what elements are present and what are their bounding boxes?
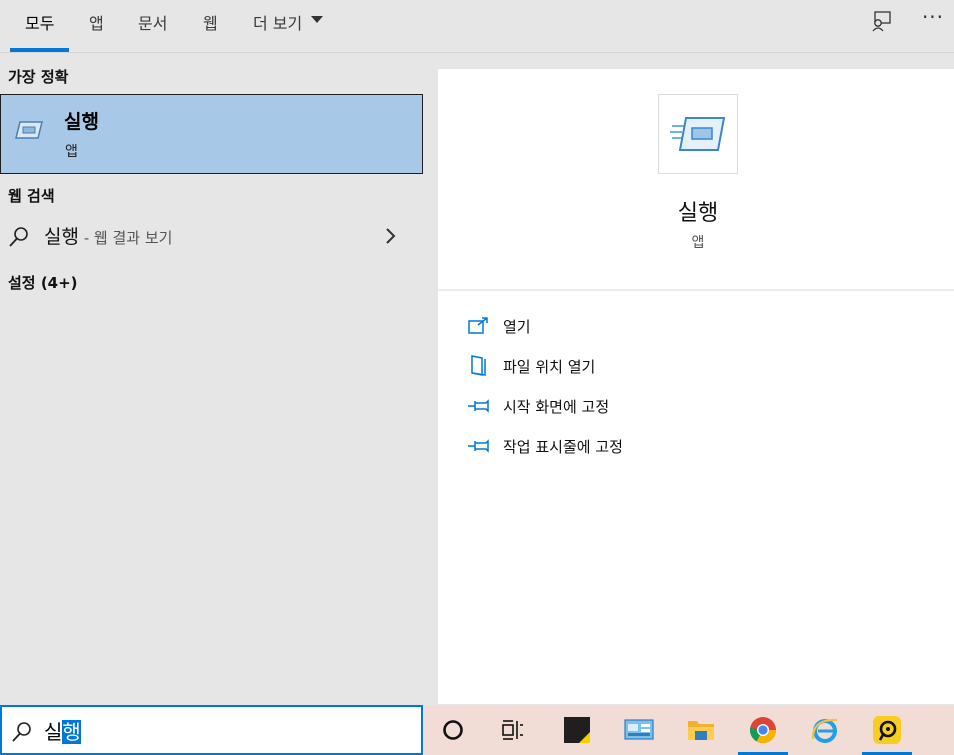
search-icon bbox=[8, 226, 30, 252]
tab-all[interactable]: 모두 bbox=[10, 10, 70, 52]
cortana-icon[interactable] bbox=[428, 705, 478, 755]
tab-documents[interactable]: 문서 bbox=[138, 10, 167, 52]
tab-more[interactable]: 더 보기 bbox=[253, 10, 324, 52]
pin-icon bbox=[466, 395, 490, 417]
web-search-heading: 웹 검색 bbox=[8, 187, 55, 205]
more-options-glyph: ··· bbox=[921, 5, 945, 29]
tab-apps[interactable]: 앱 bbox=[89, 10, 104, 52]
best-match-title: 실행 bbox=[64, 111, 99, 133]
file-location-icon bbox=[466, 355, 490, 377]
more-options-icon[interactable]: ··· bbox=[920, 4, 946, 30]
tab-more-label: 더 보기 bbox=[253, 14, 303, 33]
web-result-text: 실행 - 웹 결과 보기 bbox=[44, 222, 172, 249]
tab-apps-label: 앱 bbox=[89, 14, 104, 33]
action-pin-start[interactable]: 시작 화면에 고정 bbox=[466, 391, 926, 421]
best-match-heading: 가장 정확 bbox=[8, 68, 69, 86]
search-input[interactable]: 실행 bbox=[44, 716, 81, 745]
file-explorer-icon[interactable] bbox=[676, 705, 726, 755]
action-open-label: 열기 bbox=[503, 317, 531, 336]
control-panel-icon[interactable] bbox=[614, 705, 664, 755]
chevron-down-icon bbox=[311, 16, 324, 23]
web-result-item[interactable]: 실행 - 웹 결과 보기 bbox=[0, 214, 424, 258]
detail-type: 앱 bbox=[691, 235, 705, 251]
tab-web[interactable]: 웹 bbox=[203, 10, 218, 52]
open-icon bbox=[466, 315, 490, 337]
action-pin-taskbar-label: 작업 표시줄에 고정 bbox=[503, 437, 623, 456]
run-app-icon bbox=[14, 119, 44, 145]
search-box[interactable]: 실행 bbox=[0, 705, 423, 755]
search-window: 모두 앱 문서 웹 더 보기 ··· 가장 정확 실행 앱 웹 검색 실행 - … bbox=[0, 0, 954, 755]
search-selected-text: 행 bbox=[62, 720, 81, 744]
search-typed-text: 실 bbox=[44, 720, 63, 744]
tab-web-label: 웹 bbox=[203, 14, 218, 33]
chrome-icon[interactable] bbox=[738, 705, 788, 755]
tab-all-label: 모두 bbox=[25, 14, 55, 33]
taskbar bbox=[424, 705, 954, 755]
detail-divider bbox=[438, 289, 954, 291]
chevron-right-icon[interactable] bbox=[384, 228, 398, 248]
internet-explorer-icon[interactable] bbox=[800, 705, 850, 755]
web-result-query: 실행 bbox=[44, 226, 79, 248]
best-match-item[interactable]: 실행 앱 bbox=[0, 94, 423, 174]
settings-heading[interactable]: 설정 (4+) bbox=[8, 272, 78, 293]
tab-bar: 모두 앱 문서 웹 더 보기 ··· bbox=[0, 0, 954, 53]
action-pin-taskbar[interactable]: 작업 표시줄에 고정 bbox=[466, 431, 926, 461]
action-open-file-location[interactable]: 파일 위치 열기 bbox=[466, 351, 926, 381]
feedback-icon[interactable] bbox=[868, 8, 894, 34]
sticky-notes-icon[interactable] bbox=[552, 705, 602, 755]
pin-icon bbox=[466, 435, 490, 457]
web-result-hint: - 웹 결과 보기 bbox=[78, 229, 173, 247]
remote-support-icon[interactable] bbox=[862, 705, 912, 755]
results-panel: 가장 정확 실행 앱 웹 검색 실행 - 웹 결과 보기 설정 (4+) bbox=[0, 54, 424, 704]
action-open-file-location-label: 파일 위치 열기 bbox=[503, 357, 596, 376]
detail-panel: 실행 앱 열기 파일 위치 열기 시작 화면에 고정 작업 표시줄에 고정 bbox=[438, 69, 954, 704]
task-view-icon[interactable] bbox=[488, 705, 538, 755]
detail-title: 실행 bbox=[677, 201, 719, 226]
best-match-type: 앱 bbox=[65, 144, 78, 160]
action-pin-start-label: 시작 화면에 고정 bbox=[503, 397, 610, 416]
action-open[interactable]: 열기 bbox=[466, 311, 926, 341]
search-icon bbox=[11, 721, 33, 747]
active-tab-indicator bbox=[10, 48, 70, 52]
run-app-large-icon bbox=[658, 94, 738, 174]
tab-documents-label: 문서 bbox=[138, 14, 168, 33]
